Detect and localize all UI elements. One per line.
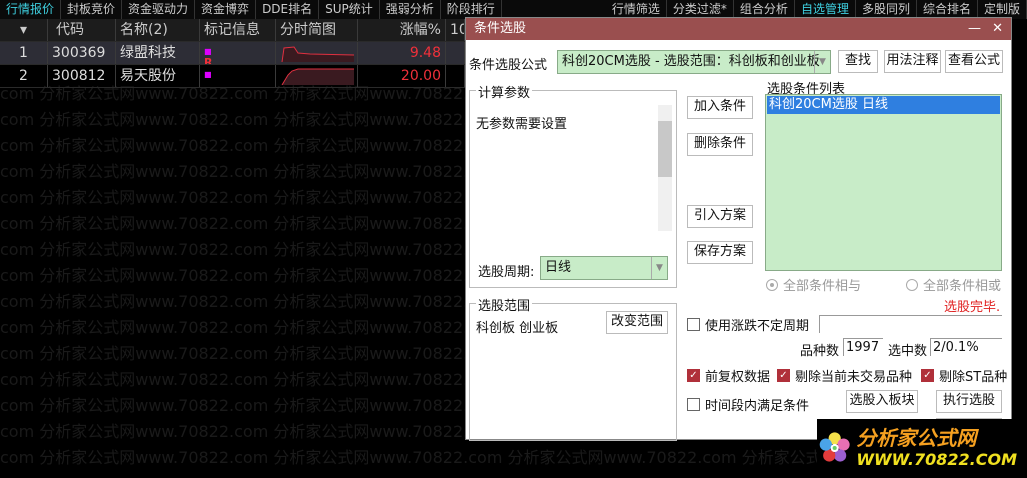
table-header: ▾ 代码 名称(2) 标记信息 分时简图 涨幅% 10 (0, 19, 465, 42)
col-name[interactable]: 名称(2) (116, 19, 200, 41)
mark-r: R (204, 56, 213, 64)
and-radio[interactable]: 全部条件相与 (766, 275, 861, 294)
count-label: 品种数 (800, 344, 840, 359)
to-block-button[interactable]: 选股入板块 (846, 390, 918, 413)
site-logo: 分析家公式网 WWW.70822.COM (817, 419, 1017, 476)
status-text: 选股完毕. (944, 300, 1001, 315)
period-select[interactable]: 日线 ▼ (540, 256, 668, 280)
tab-left-0[interactable]: 行情报价 (0, 0, 62, 19)
col-code[interactable]: 代码 (48, 19, 116, 41)
col-more[interactable]: 10 (446, 19, 465, 41)
fq-checkbox[interactable]: ✓ 前复权数据 (687, 366, 770, 385)
remove-untraded-checkbox[interactable]: ✓ 剔除当前未交易品种 (777, 366, 912, 385)
usage-button[interactable]: 用法注释 (884, 50, 941, 73)
stock-name: 易天股份 (116, 65, 200, 87)
sparkline (276, 65, 358, 87)
remove-st-checkbox[interactable]: ✓ 剔除ST品种 (921, 366, 1007, 385)
time-condition-label: 时间段内满足条件 (705, 399, 810, 414)
change-pct: 9.48 (358, 42, 446, 64)
view-formula-button[interactable]: 查看公式 (945, 50, 1003, 73)
minimize-icon[interactable]: — (968, 18, 981, 40)
mark-cell: ■ (200, 65, 276, 87)
selected-value: 2/0.1% (930, 338, 1002, 356)
tab-left-1[interactable]: 封板竞价 (61, 0, 123, 19)
condition-select-dialog: 条件选股 — ✕ 条件选股公式 科创20CM选股 - 选股范围：科创板和创业板 ▼… (465, 17, 1012, 441)
tab-left-3[interactable]: 资金博弈 (195, 0, 257, 19)
formula-value: 科创20CM选股 - 选股范围：科创板和创业板 (562, 54, 820, 69)
dialog-title: 条件选股 (474, 21, 527, 36)
add-condition-button[interactable]: 加入条件 (687, 96, 753, 119)
params-group-label: 计算参数 (476, 82, 533, 101)
period-label: 选股周期: (478, 265, 535, 280)
execute-button[interactable]: 执行选股 (936, 390, 1002, 413)
period-value: 日线 (545, 260, 572, 275)
condition-list[interactable]: 科创20CM选股 日线 (765, 94, 1002, 271)
use-period-checkbox[interactable]: 使用涨跌不定周期 (687, 315, 809, 334)
sort-menu-icon[interactable]: ▾ (0, 19, 48, 41)
row-number: 2 (0, 65, 48, 87)
sparkline (276, 42, 358, 64)
range-group: 选股范围 科创板 创业板 改变范围 (469, 295, 677, 441)
range-group-label: 选股范围 (476, 295, 533, 314)
row-number: 1 (0, 42, 48, 64)
list-item[interactable]: 科创20CM选股 日线 (767, 96, 1000, 114)
stock-table: ▾ 代码 名称(2) 标记信息 分时简图 涨幅% 10 1 300369 绿盟科… (0, 19, 465, 88)
stock-code: 300812 (48, 65, 116, 87)
change-pct: 20.00 (358, 65, 446, 87)
stock-code: 300369 (48, 42, 116, 64)
formula-label: 条件选股公式 (469, 58, 548, 73)
scrollbar[interactable] (658, 105, 672, 231)
period-input[interactable] (819, 315, 1002, 333)
col-chart[interactable]: 分时简图 (276, 19, 358, 41)
logo-url: WWW.70822.COM (856, 450, 1017, 469)
selected-label: 选中数 (888, 344, 928, 359)
flower-logo-icon (819, 431, 850, 462)
col-change[interactable]: 涨幅% (358, 19, 446, 41)
use-period-label: 使用涨跌不定周期 (705, 319, 810, 334)
tab-left-2[interactable]: 资金驱动力 (122, 0, 196, 19)
tab-left-5[interactable]: SUP统计 (319, 0, 380, 19)
tab-left-4[interactable]: DDE排名 (256, 0, 320, 19)
col-mark[interactable]: 标记信息 (200, 19, 276, 41)
stock-name: 绿盟科技 (116, 42, 200, 64)
count-value: 1997 (843, 338, 883, 356)
or-label: 全部条件相或 (923, 279, 1002, 294)
fq-label: 前复权数据 (705, 370, 771, 385)
or-radio[interactable]: 全部条件相或 (906, 275, 1001, 294)
tab-left-6[interactable]: 强弱分析 (380, 0, 441, 19)
find-button[interactable]: 查找 (838, 50, 878, 73)
remove-st-label: 剔除ST品种 (939, 370, 1008, 385)
formula-select[interactable]: 科创20CM选股 - 选股范围：科创板和创业板 ▼ (557, 50, 831, 74)
chevron-down-icon[interactable]: ▼ (814, 51, 830, 73)
remove-untraded-label: 剔除当前未交易品种 (795, 370, 913, 385)
import-plan-button[interactable]: 引入方案 (687, 205, 753, 228)
chevron-down-icon[interactable]: ▼ (651, 257, 667, 279)
and-label: 全部条件相与 (783, 279, 862, 294)
change-range-button[interactable]: 改变范围 (606, 311, 668, 334)
delete-condition-button[interactable]: 删除条件 (687, 133, 753, 156)
params-group: 计算参数 无参数需要设置 选股周期: 日线 ▼ (469, 82, 677, 288)
close-icon[interactable]: ✕ (992, 18, 1003, 40)
time-condition-checkbox[interactable]: 时间段内满足条件 (687, 395, 809, 414)
save-plan-button[interactable]: 保存方案 (687, 241, 753, 264)
mark-cell: ■ R (200, 42, 276, 64)
table-row[interactable]: 1 300369 绿盟科技 ■ R 9.48 (0, 42, 465, 65)
table-row[interactable]: 2 300812 易天股份 ■ 20.00 (0, 65, 465, 88)
range-value: 科创板 创业板 (476, 321, 559, 336)
params-text: 无参数需要设置 (476, 117, 568, 132)
dialog-titlebar[interactable]: 条件选股 — ✕ (466, 18, 1011, 40)
